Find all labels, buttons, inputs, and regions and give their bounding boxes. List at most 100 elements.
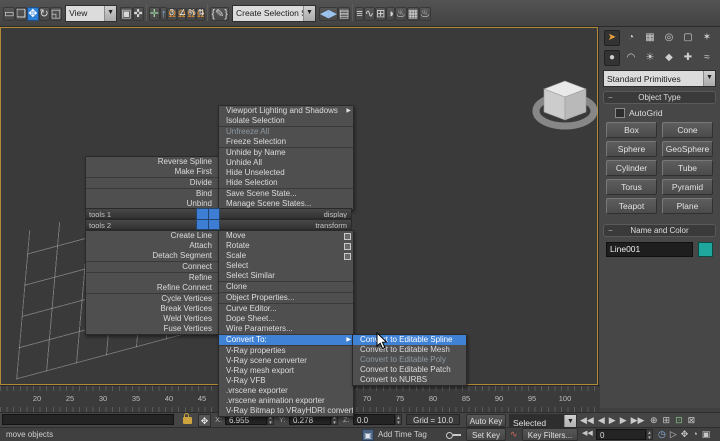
spinner-snap-icon[interactable]: ⇅Ω bbox=[196, 8, 205, 21]
angle-snap-icon[interactable]: ∠Ω bbox=[177, 8, 186, 21]
menu-item-hide-unselected[interactable]: Hide Unselected bbox=[219, 168, 353, 178]
category-geometry-icon[interactable]: ● bbox=[604, 50, 620, 66]
category-shapes-icon[interactable]: ◠ bbox=[623, 50, 639, 66]
tab-create-icon[interactable]: ➤ bbox=[604, 30, 620, 46]
menu-item-wire-parameters[interactable]: Wire Parameters... bbox=[219, 324, 353, 334]
curve-editor-icon[interactable]: ∿ bbox=[364, 7, 375, 21]
goto-start-icon[interactable]: ◀◀ bbox=[580, 413, 594, 427]
window-crossing-icon[interactable]: ❑ bbox=[15, 7, 27, 21]
menu-item-curve-editor[interactable]: Curve Editor... bbox=[219, 304, 353, 314]
menu-item-detach-segment[interactable]: Detach Segment bbox=[86, 251, 219, 261]
object-type-button-pyramid[interactable]: Pyramid bbox=[662, 179, 713, 195]
pan-hand-icon[interactable]: ✥ bbox=[681, 427, 689, 441]
menu-item-vrscene-animation-exporter[interactable]: .vrscene animation exporter bbox=[219, 396, 353, 406]
name-color-rollout[interactable]: − Name and Color bbox=[603, 224, 716, 237]
axis-gizmo-icon[interactable]: ✛ bbox=[149, 7, 160, 21]
frame-spinner[interactable]: ▲▼ bbox=[646, 429, 653, 440]
object-type-button-box[interactable]: Box bbox=[606, 122, 657, 138]
key-filters-button[interactable]: Key Filters... bbox=[522, 428, 578, 441]
render-production-icon[interactable]: ♨ bbox=[419, 7, 431, 21]
select-and-rotate-icon[interactable]: ↻ bbox=[39, 7, 50, 21]
menu-item-connect[interactable]: Connect bbox=[86, 262, 219, 272]
transform-gizmo-icon[interactable]: ✥ bbox=[198, 414, 211, 427]
object-type-button-geosphere[interactable]: GeoSphere bbox=[662, 141, 713, 157]
menu-item-weld-vertices[interactable]: Weld Vertices bbox=[86, 314, 219, 324]
zoom-extents-all-icon[interactable]: ⊠ bbox=[688, 413, 696, 427]
chevron-down-icon[interactable]: ▼ bbox=[104, 6, 116, 21]
play-icon[interactable]: ▶ bbox=[609, 413, 616, 427]
collapse-icon[interactable]: − bbox=[608, 225, 613, 236]
percent-snap-icon[interactable]: %Ω bbox=[186, 8, 195, 21]
menu-item-rotate[interactable]: Rotate bbox=[219, 241, 353, 251]
category-helpers-icon[interactable]: ✚ bbox=[680, 50, 696, 66]
edit-named-selection-sets-icon[interactable]: {✎} bbox=[210, 7, 229, 21]
prompt-line-field[interactable] bbox=[2, 414, 174, 425]
quad-menu-center-icon[interactable] bbox=[196, 208, 220, 230]
selection-lock-icon[interactable] bbox=[183, 417, 192, 424]
menu-item-unfreeze-all[interactable]: Unfreeze All bbox=[219, 127, 353, 137]
menu-item-save-scene-state[interactable]: Save Scene State... bbox=[219, 189, 353, 199]
menu-item-isolate-selection[interactable]: Isolate Selection bbox=[219, 116, 353, 126]
viewcube[interactable] bbox=[529, 71, 601, 135]
use-pivot-point-center-icon[interactable]: ▣ bbox=[120, 7, 132, 21]
collapse-icon[interactable]: − bbox=[608, 92, 613, 103]
object-type-button-tube[interactable]: Tube bbox=[662, 160, 713, 176]
chevron-down-icon[interactable]: ▼ bbox=[303, 6, 315, 21]
menu-item-scale[interactable]: Scale bbox=[219, 251, 353, 261]
z-spinner[interactable]: ▲▼ bbox=[395, 414, 402, 425]
select-and-manipulate-icon[interactable]: ✜ bbox=[133, 7, 144, 21]
menu-item-freeze-selection[interactable]: Freeze Selection bbox=[219, 137, 353, 147]
chevron-down-icon[interactable]: ▼ bbox=[703, 71, 715, 86]
menu-item-create-line[interactable]: Create Line bbox=[86, 231, 219, 241]
autogrid-checkbox[interactable] bbox=[615, 108, 625, 118]
menu-item-convert-to-nurbs[interactable]: Convert to NURBS bbox=[353, 375, 466, 385]
settings-box-icon[interactable] bbox=[344, 243, 351, 250]
reference-coordinate-dropdown[interactable]: View ▼ bbox=[65, 5, 117, 22]
menu-item-select[interactable]: Select bbox=[219, 261, 353, 271]
zoom-all-icon[interactable]: ⊞ bbox=[663, 413, 671, 427]
mirror-icon[interactable]: ◀▶ bbox=[319, 7, 338, 21]
menu-item-convert-to-editable-mesh[interactable]: Convert to Editable Mesh bbox=[353, 345, 466, 355]
previous-frame-icon[interactable]: ◀ bbox=[598, 413, 605, 427]
menu-item-select-similar[interactable]: Select Similar bbox=[219, 271, 353, 281]
align-icon[interactable]: ▤ bbox=[338, 7, 350, 21]
select-and-scale-icon[interactable]: ◱ bbox=[50, 7, 62, 21]
menu-item-v-ray-bitmap-to-vrayhdri-converter[interactable]: V-Ray Bitmap to VRayHDRI converter bbox=[219, 406, 353, 416]
settings-box-icon[interactable] bbox=[344, 253, 351, 260]
menu-item-refine-connect[interactable]: Refine Connect bbox=[86, 283, 219, 293]
menu-item-unhide-by-name[interactable]: Unhide by Name bbox=[219, 148, 353, 158]
object-type-button-plane[interactable]: Plane bbox=[662, 198, 713, 214]
set-key-button[interactable]: Set Key bbox=[466, 428, 506, 441]
snap-3d-toggle-icon[interactable]: 3Ω bbox=[167, 8, 176, 21]
menu-item-convert-to-editable-spline[interactable]: Convert to Editable Spline bbox=[353, 335, 466, 345]
category-spacewarps-icon[interactable]: ≈ bbox=[699, 50, 715, 66]
rectangular-selection-region-icon[interactable]: ▭ bbox=[3, 7, 15, 21]
object-type-button-torus[interactable]: Torus bbox=[606, 179, 657, 195]
named-selection-set-dropdown[interactable]: Create Selection Se ▼ bbox=[232, 5, 316, 22]
z-coordinate-field[interactable]: 0.0 bbox=[353, 414, 395, 425]
menu-item-divide[interactable]: Divide bbox=[86, 178, 219, 188]
next-frame-icon[interactable]: ▶ bbox=[620, 413, 627, 427]
primitives-dropdown[interactable]: Standard Primitives ▼ bbox=[603, 70, 716, 87]
object-name-field[interactable]: Line001 bbox=[606, 242, 693, 257]
menu-item-dope-sheet[interactable]: Dope Sheet... bbox=[219, 314, 353, 324]
time-tag-icon[interactable]: ▣ bbox=[362, 429, 374, 441]
settings-box-icon[interactable] bbox=[344, 233, 351, 240]
object-type-rollout[interactable]: − Object Type bbox=[603, 91, 716, 104]
menu-item-hide-selection[interactable]: Hide Selection bbox=[219, 178, 353, 188]
menu-item-break-vertices[interactable]: Break Vertices bbox=[86, 304, 219, 314]
object-type-button-sphere[interactable]: Sphere bbox=[606, 141, 657, 157]
object-type-button-cone[interactable]: Cone bbox=[662, 122, 713, 138]
layer-manager-icon[interactable]: ≡ bbox=[355, 7, 363, 21]
object-color-swatch[interactable] bbox=[698, 242, 713, 257]
current-frame-field[interactable]: 0 bbox=[596, 429, 646, 440]
menu-item-unhide-all[interactable]: Unhide All bbox=[219, 158, 353, 168]
tab-hierarchy-icon[interactable]: ▦ bbox=[642, 30, 658, 46]
menu-item-object-properties[interactable]: Object Properties... bbox=[219, 293, 353, 303]
category-cameras-icon[interactable]: ◆ bbox=[661, 50, 677, 66]
maximize-viewport-icon[interactable]: ▣ bbox=[702, 427, 711, 441]
menu-item-convert-to-editable-poly[interactable]: Convert to Editable Poly bbox=[353, 355, 466, 365]
orbit-icon[interactable]: ◔ bbox=[692, 427, 697, 441]
menu-item-convert-to-editable-patch[interactable]: Convert to Editable Patch bbox=[353, 365, 466, 375]
menu-item-viewport-lighting-and-shadows[interactable]: Viewport Lighting and Shadows▶ bbox=[219, 106, 353, 116]
